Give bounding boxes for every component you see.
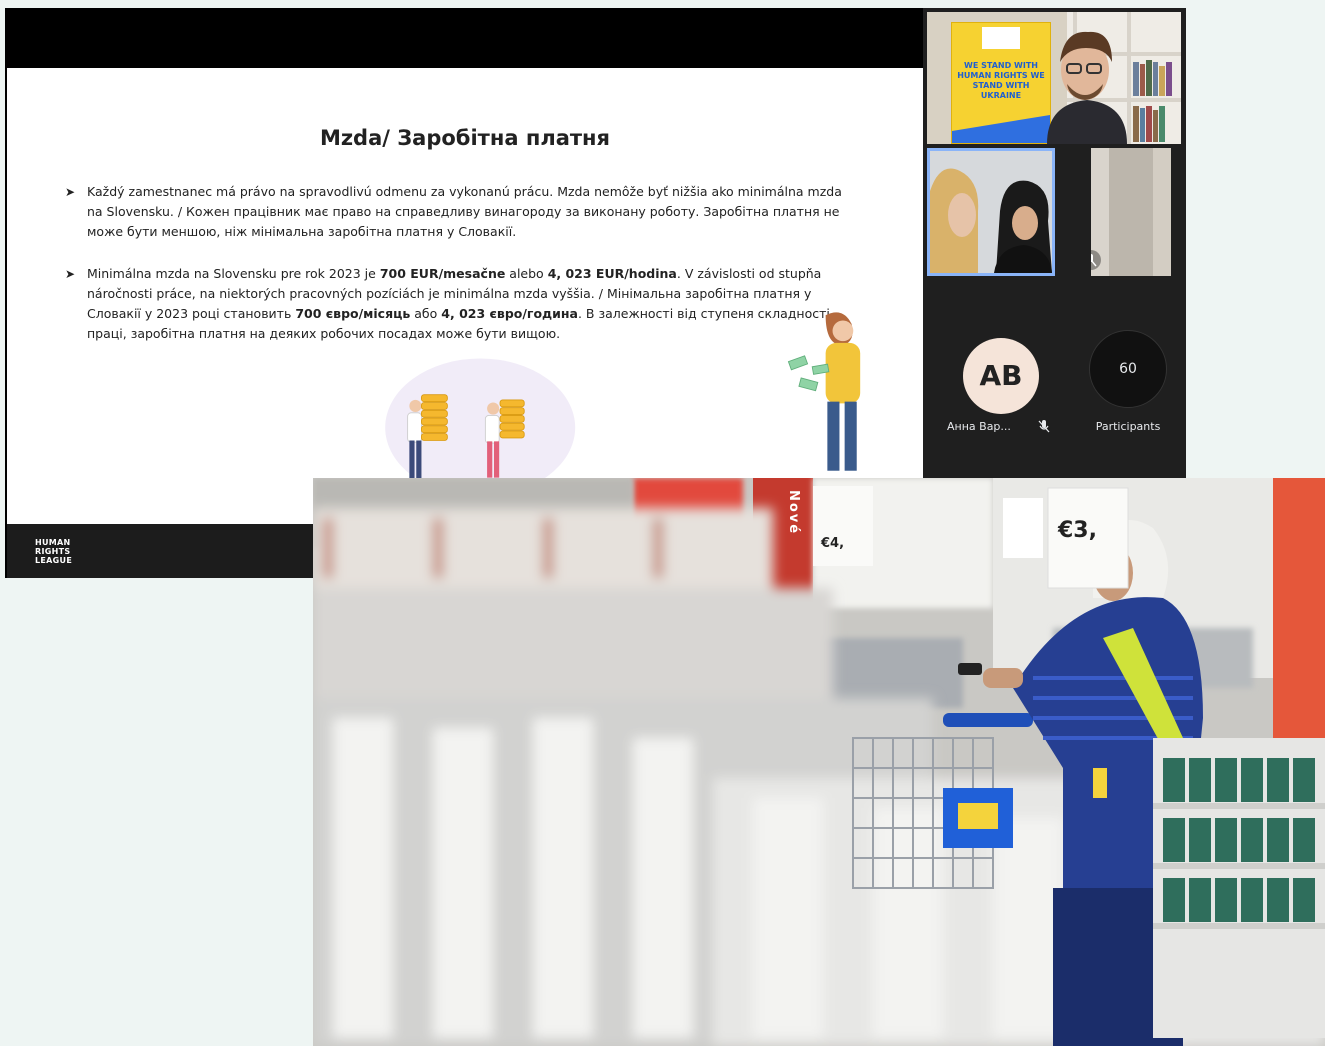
mic-off-icon	[1091, 250, 1101, 270]
video-tile-speaker[interactable]: WE STAND WITH HUMAN RIGHTS WE STAND WITH…	[927, 12, 1181, 144]
store-sign-text: Nové	[786, 490, 801, 536]
mic-off-icon	[1038, 420, 1050, 433]
speaker-person	[1047, 31, 1127, 144]
participants-label: Participants	[1095, 420, 1161, 433]
price-tag-right: €3,	[1058, 518, 1097, 543]
arrow-bullet-icon: ➤	[65, 185, 76, 199]
store-worker-photo: Nové €4, €3,	[313, 478, 1325, 1046]
bullet-bold-text: 700 EUR/mesačne	[379, 266, 506, 281]
bullet-bold-text: 4, 023 EUR/hodina	[547, 266, 677, 281]
participant-count-button[interactable]: 60	[1089, 330, 1167, 408]
video-tile-muted[interactable]	[1091, 148, 1171, 276]
video-tile-active[interactable]	[927, 148, 1055, 276]
two-women-video	[930, 151, 1052, 273]
store-scene	[313, 478, 1325, 1046]
slide-title: Mzda/ Заробітна платня	[319, 126, 611, 150]
human-rights-league-logo: HUMAN RIGHTS LEAGUE	[35, 538, 73, 565]
people-with-coins-illustration	[385, 312, 861, 488]
presentation-slide: Mzda/ Заробітна платня ➤ Každý zamestnan…	[7, 68, 923, 524]
participant-name: Анна Вар...	[947, 420, 1011, 433]
bullet-text: alebo	[505, 266, 548, 281]
bullet-text: Minimálna mzda na Slovensku pre rok 2023…	[87, 266, 380, 281]
bullet-text: Každý zamestnanec má právo na spravodliv…	[87, 184, 842, 239]
bullet-item: ➤ Každý zamestnanec má právo na spravodl…	[65, 182, 845, 242]
price-tag-left: €4,	[821, 536, 845, 551]
avatar[interactable]: AB	[963, 338, 1039, 414]
arrow-bullet-icon: ➤	[65, 267, 76, 281]
